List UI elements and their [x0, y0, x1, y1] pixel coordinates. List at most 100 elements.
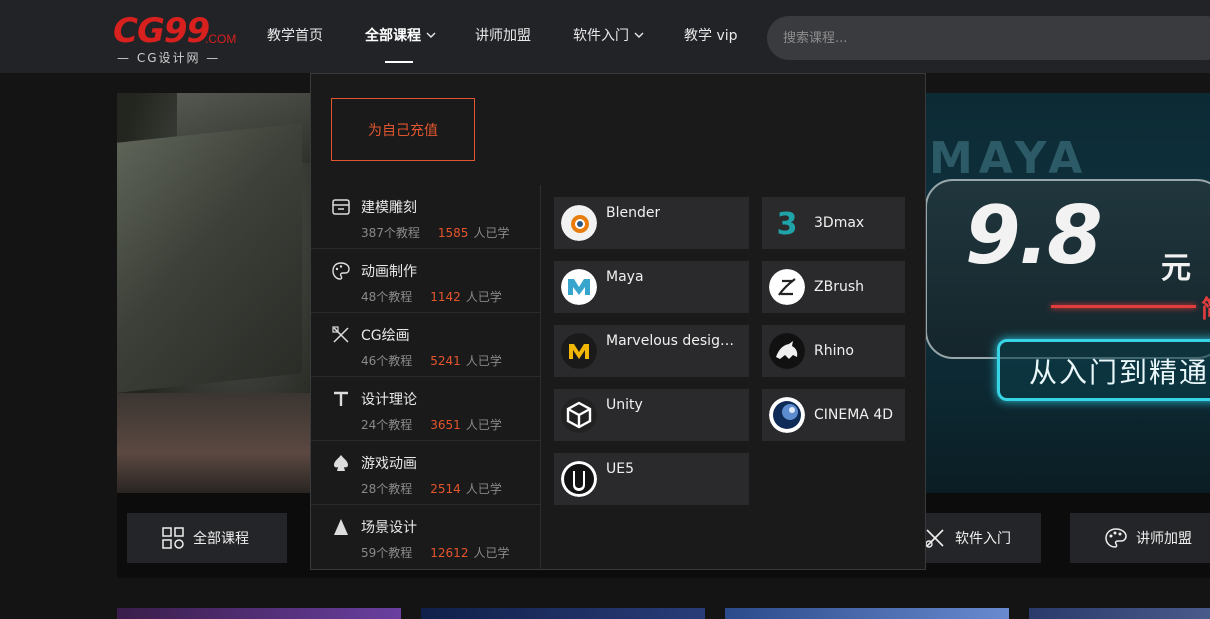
nav-all-courses-label: 全部课程	[365, 28, 421, 44]
maya-icon	[561, 269, 597, 305]
software-name: Blender	[606, 205, 661, 221]
quick-lecturer-join-label: 讲师加盟	[1136, 531, 1192, 547]
quick-lecturer-join-button[interactable]: 讲师加盟	[1070, 513, 1210, 563]
category-learners: 5241	[430, 354, 461, 368]
category-learners: 2514	[430, 482, 461, 496]
software-item-unity[interactable]: Unity	[554, 389, 749, 441]
category-learners-suffix: 人已学	[473, 546, 510, 560]
course-thumbnail[interactable]	[117, 608, 401, 619]
logo-mark: CG99	[113, 11, 210, 51]
category-learners-suffix: 人已学	[473, 226, 510, 240]
quick-all-courses-button[interactable]: 全部课程	[127, 513, 287, 563]
category-list: 建模雕刻 387个教程 1585 人已学 动画制作 48个教程 1142 人已学 CG绘…	[311, 185, 541, 570]
software-name: 3Dmax	[814, 215, 865, 231]
promo-maya-text: MAYA	[929, 133, 1089, 184]
category-item[interactable]: 动画制作 48个教程 1142 人已学	[311, 249, 540, 313]
software-item-blender[interactable]: Blender	[554, 197, 749, 249]
promo-red-char: 简	[1201, 289, 1210, 324]
chevron-down-icon	[426, 32, 436, 38]
software-item-3dmax[interactable]: 3 3Dmax	[762, 197, 905, 249]
all-courses-dropdown: 为自己充值 建模雕刻 387个教程 1585 人已学 动画制作 48个教程 1142 人…	[310, 73, 926, 570]
recharge-button[interactable]: 为自己充值	[331, 98, 475, 161]
zbrush-icon	[769, 269, 805, 305]
marvelous-designer-icon	[561, 333, 597, 369]
palette-icon	[332, 262, 350, 280]
nav-home[interactable]: 教学首页	[267, 25, 323, 45]
nav-all-courses[interactable]: 全部课程	[365, 25, 437, 45]
brush-ruler-icon	[332, 326, 349, 343]
category-learners-suffix: 人已学	[465, 354, 502, 368]
category-learners: 1142	[430, 290, 461, 304]
category-meta: 387个教程 1585 人已学	[361, 224, 509, 241]
modeling-icon	[332, 199, 350, 215]
promo-divider	[1051, 305, 1196, 308]
software-name: Marvelous design...	[606, 333, 742, 349]
category-learners: 1585	[437, 226, 469, 240]
nav-vip-label: 教学 vip	[684, 28, 738, 44]
tools-icon	[925, 529, 944, 548]
unity-icon	[561, 397, 597, 433]
software-name: Maya	[606, 269, 644, 285]
rock-ground	[117, 393, 317, 493]
software-item-cinema4d[interactable]: CINEMA 4D	[762, 389, 905, 441]
category-count: 48个教程	[361, 290, 413, 304]
unreal-icon	[561, 461, 597, 497]
category-name: 动画制作	[361, 264, 417, 280]
category-item[interactable]: 设计理论 24个教程 3651 人已学	[311, 377, 540, 441]
rock-shape	[117, 123, 302, 393]
software-item-rhino[interactable]: Rhino	[762, 325, 905, 377]
category-name: 设计理论	[361, 392, 417, 408]
software-item-maya[interactable]: Maya	[554, 261, 749, 313]
svg-text:3: 3	[777, 207, 798, 241]
grid-icon	[162, 527, 184, 549]
nav-software-intro[interactable]: 软件入门	[573, 25, 645, 45]
course-thumbnail[interactable]	[1029, 608, 1210, 619]
category-meta: 24个教程 3651 人已学	[361, 416, 502, 433]
promo-slogan: 从入门到精通	[1029, 356, 1210, 389]
spade-icon	[334, 455, 348, 471]
category-count: 59个教程	[361, 546, 413, 560]
software-item-zbrush[interactable]: ZBrush	[762, 261, 905, 313]
category-meta: 59个教程 12612 人已学	[361, 544, 509, 561]
cinema4d-icon	[769, 397, 805, 433]
nav-lecturer-join[interactable]: 讲师加盟	[475, 25, 531, 45]
software-name: Rhino	[814, 343, 854, 359]
category-item[interactable]: 建模雕刻 387个教程 1585 人已学	[311, 185, 540, 249]
category-item[interactable]: 场景设计 59个教程 12612 人已学	[311, 505, 540, 569]
category-name: CG绘画	[361, 328, 410, 344]
category-learners: 12612	[430, 546, 469, 560]
site-logo[interactable]: CG99 .COM — CG设计网 —	[113, 12, 243, 68]
category-meta: 28个教程 2514 人已学	[361, 480, 502, 497]
banner-promo: MAYA 9.8 元 简 从入门到精通	[925, 93, 1210, 493]
quick-software-intro-label: 软件入门	[955, 531, 1011, 547]
software-name: CINEMA 4D	[814, 407, 894, 423]
software-name: UE5	[606, 461, 634, 477]
software-item-ue5[interactable]: UE5	[554, 453, 749, 505]
rhino-icon	[769, 333, 805, 369]
3dsmax-icon: 3	[777, 207, 798, 241]
category-name: 建模雕刻	[361, 200, 417, 216]
search-bar	[767, 16, 1210, 60]
category-item[interactable]: 游戏动画 28个教程 2514 人已学	[311, 441, 540, 505]
course-thumbnail[interactable]	[725, 608, 1009, 619]
category-count: 28个教程	[361, 482, 413, 496]
logo-subtitle: — CG设计网 —	[117, 51, 221, 65]
t-tool-icon	[334, 391, 348, 406]
nav-vip[interactable]: 教学 vip	[684, 25, 738, 45]
nav-lecturer-join-label: 讲师加盟	[475, 28, 531, 44]
category-learners-suffix: 人已学	[465, 290, 502, 304]
category-count: 46个教程	[361, 354, 413, 368]
category-name: 场景设计	[361, 520, 417, 536]
category-meta: 46个教程 5241 人已学	[361, 352, 502, 369]
software-item-marvelous-designer[interactable]: Marvelous design...	[554, 325, 749, 377]
category-name: 游戏动画	[361, 456, 417, 472]
logo-domain: .COM	[205, 32, 237, 46]
blender-icon	[561, 205, 597, 241]
category-count: 387个教程	[361, 226, 420, 240]
search-input[interactable]	[781, 16, 1181, 60]
category-learners: 3651	[430, 418, 461, 432]
category-count: 24个教程	[361, 418, 413, 432]
category-item[interactable]: CG绘画 46个教程 5241 人已学	[311, 313, 540, 377]
course-thumbnail[interactable]	[421, 608, 705, 619]
category-learners-suffix: 人已学	[465, 418, 502, 432]
